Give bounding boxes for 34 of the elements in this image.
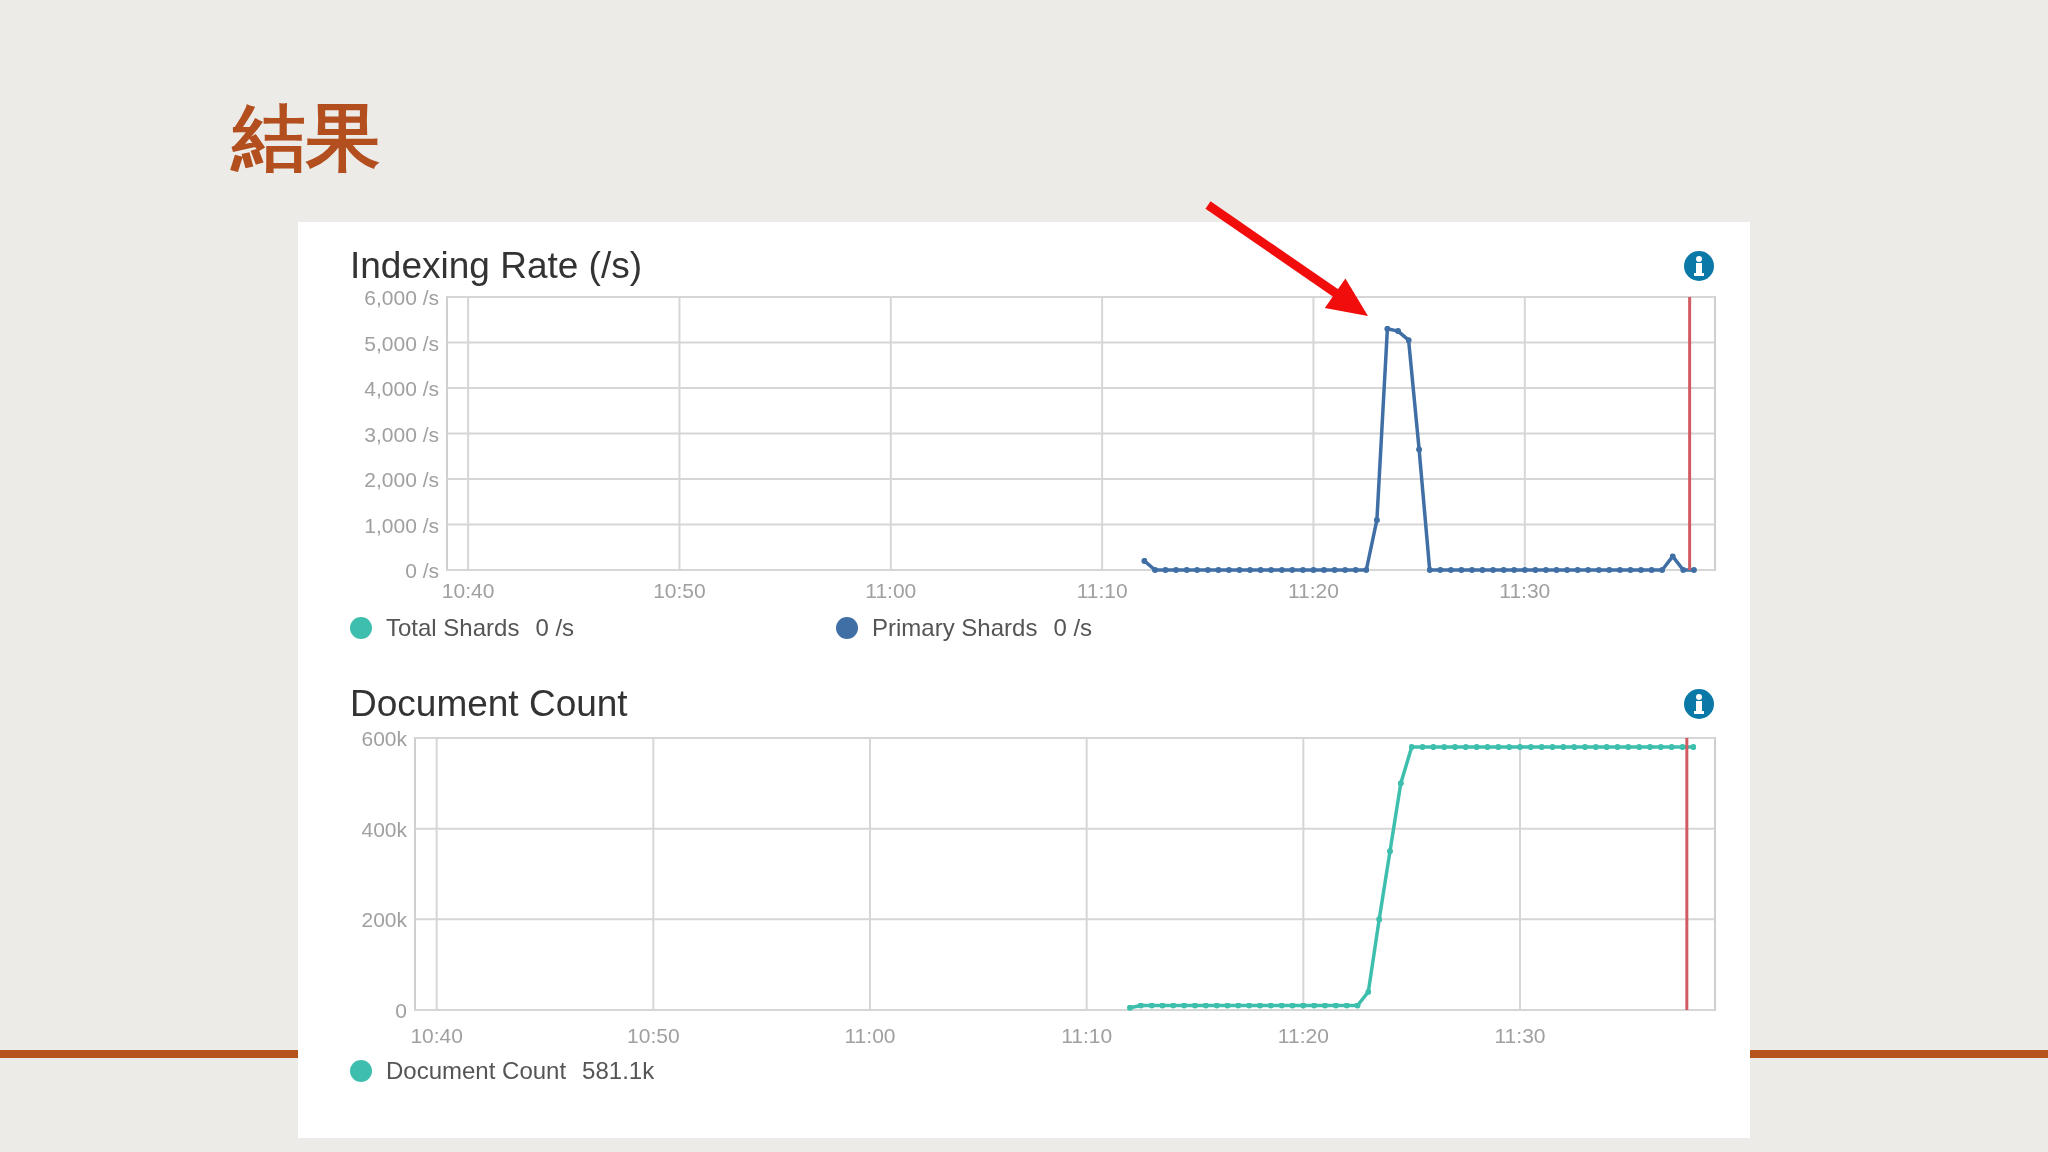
axis-tick-label: 10:40 [441,579,495,602]
axis-tick-label: 600k [361,728,407,750]
chart-title: Document Count [350,682,628,726]
axis-tick-label: 11:30 [1494,1024,1546,1047]
legend-value: 581.1k [582,1057,655,1085]
info-icon[interactable] [1683,250,1715,282]
axis-tick-label: 3,000 /s [364,422,439,446]
axis-tick-label: 4,000 /s [364,377,439,400]
axis-tick-label: 5,000 /s [364,331,439,355]
axis-tick-label: 10:40 [410,1024,463,1047]
axis-tick-label: 10:50 [653,579,706,602]
slide-title: 結果 [232,93,380,182]
legend-value: 0 /s [1053,614,1093,642]
axis-tick-label: 2,000 /s [364,468,439,491]
axis-tick-label: 11:20 [1277,1024,1329,1047]
legend-label: Document Count [386,1057,567,1085]
legend-label: Primary Shards [872,614,1038,642]
axis-tick-label: 0 /s [405,559,439,582]
axis-tick-label: 200k [361,908,407,932]
axis-tick-label: 11:20 [1287,579,1339,602]
axis-tick-label: 11:10 [1061,1024,1113,1047]
axis-tick-label: 0 [395,999,407,1022]
axis-tick-label: 11:30 [1499,579,1551,602]
axis-tick-label: 400k [361,817,407,841]
info-icon[interactable] [1683,688,1715,720]
axis-tick-label: 11:00 [844,1024,896,1047]
legend-value: 0 /s [535,614,575,642]
axis-tick-label: 1,000 /s [364,513,439,537]
axis-tick-label: 6,000 /s [364,290,439,309]
axis-tick-label: 11:00 [865,579,917,602]
axis-tick-label: 11:10 [1076,579,1128,602]
legend-label: Total Shards [386,614,520,642]
axis-tick-label: 10:50 [627,1024,680,1047]
chart-title: Indexing Rate (/s) [350,244,643,288]
